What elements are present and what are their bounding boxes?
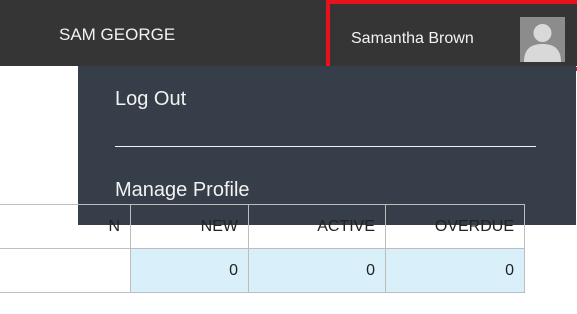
user-name: Samantha Brown [351, 30, 474, 47]
table-row: 0 0 0 [0, 248, 525, 293]
menu-divider [115, 146, 536, 147]
table-cell-active: 0 [248, 248, 386, 293]
column-header-active: ACTIVE [248, 204, 386, 249]
column-header-name: N [0, 204, 131, 249]
column-header-new: NEW [130, 204, 249, 249]
status-table: N NEW ACTIVE OVERDUE 0 0 0 [0, 204, 525, 293]
manage-profile-menu-item[interactable]: Manage Profile [115, 179, 250, 202]
user-dropdown-menu: Log Out Manage Profile [78, 66, 576, 225]
user-menu-toggle[interactable]: Samantha Brown [326, 0, 577, 71]
user-silhouette-icon [520, 17, 565, 62]
table-cell-overdue: 0 [385, 248, 525, 293]
table-cell-name [0, 248, 131, 293]
table-cell-new: 0 [130, 248, 249, 293]
column-header-overdue: OVERDUE [385, 204, 525, 249]
table-header-row: N NEW ACTIVE OVERDUE [0, 204, 525, 249]
top-navigation-bar: SAM GEORGE Samantha Brown [0, 0, 577, 71]
log-out-menu-item[interactable]: Log Out [115, 88, 186, 111]
brand-name: SAM GEORGE [59, 25, 176, 44]
